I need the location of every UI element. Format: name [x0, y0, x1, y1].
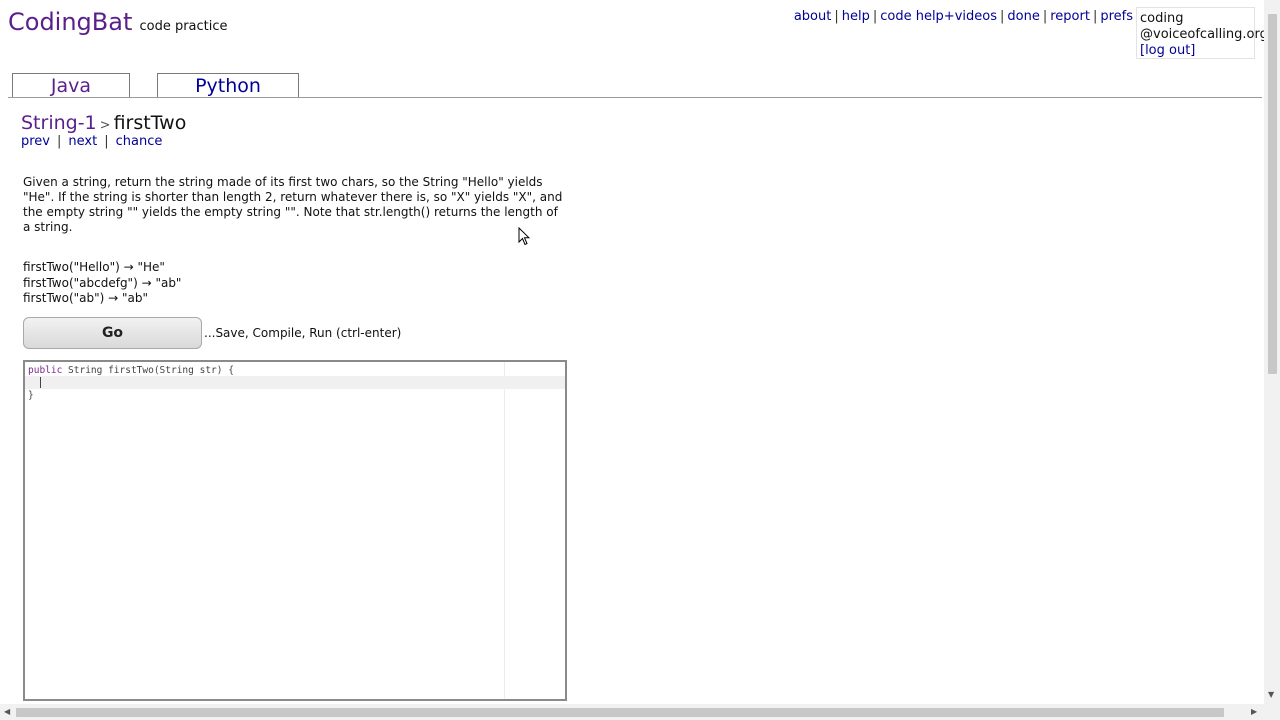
text-cursor [40, 377, 41, 388]
problem-nav: prev | next | chance [21, 134, 162, 149]
user-email-line2: @voiceofcalling.org [1140, 27, 1264, 42]
chance-link[interactable]: chance [116, 134, 163, 149]
editor-line[interactable]: } [28, 389, 34, 402]
nav-separator: | [999, 9, 1005, 24]
nav-report-link[interactable]: report [1050, 9, 1090, 24]
problem-nav-separator: | [104, 134, 109, 149]
nav-prefs-link[interactable]: prefs [1100, 9, 1133, 24]
nav-separator: | [872, 9, 878, 24]
nav-code-help-videos-link[interactable]: code help+videos [880, 9, 997, 24]
triangle-left-icon[interactable]: ◀ [4, 707, 10, 716]
examples-list: firstTwo("Hello") → "He" firstTwo("abcde… [23, 260, 181, 307]
example-item: firstTwo("abcdefg") → "ab" [23, 275, 182, 290]
example-item: firstTwo("Hello") → "He" [23, 260, 165, 274]
code-signature: String firstTwo(String str) { [62, 365, 234, 376]
problem-nav-separator: | [57, 134, 62, 149]
next-link[interactable]: next [68, 134, 97, 149]
run-hint: ...Save, Compile, Run (ctrl-enter) [204, 326, 402, 340]
nav-about-link[interactable]: about [794, 9, 832, 24]
logout-link[interactable]: [log out] [1140, 43, 1254, 59]
prev-link[interactable]: prev [21, 134, 50, 149]
nav-separator: | [834, 9, 839, 24]
arrow-pointer-icon [518, 227, 530, 246]
brand-logo-text[interactable]: CodingBat [8, 8, 132, 36]
code-keyword: public [28, 365, 63, 376]
breadcrumb-arrow: > [99, 118, 111, 133]
scrollbar-corner [1264, 704, 1280, 720]
triangle-right-icon[interactable]: ▶ [1251, 707, 1257, 716]
top-nav: about | help | code help+videos | done | report |… [794, 9, 1133, 24]
breadcrumb-section-link[interactable]: String-1 [21, 112, 97, 134]
brand[interactable]: CodingBat code practice [8, 8, 228, 36]
vertical-scroll-thumb[interactable] [1268, 14, 1277, 374]
code-editor[interactable]: public String firstTwo(String str) { } [23, 360, 567, 701]
vertical-scrollbar[interactable]: ▼ [1264, 0, 1280, 704]
nav-separator: | [1092, 9, 1098, 24]
nav-help-link[interactable]: help [842, 9, 870, 24]
problem-description: Given a string, return the string made o… [23, 175, 563, 234]
nav-separator: | [1042, 9, 1048, 24]
example-item: firstTwo("ab") → "ab" [23, 291, 149, 305]
user-email-line1: coding [1140, 11, 1184, 26]
tab-divider [8, 97, 1262, 98]
horizontal-scrollbar[interactable]: ◀ ▶ [0, 704, 1264, 720]
editor-print-margin [504, 362, 505, 699]
editor-active-line[interactable] [25, 376, 565, 389]
breadcrumb: String-1 > firstTwo [21, 112, 186, 134]
triangle-down-icon[interactable]: ▼ [1268, 690, 1274, 699]
horizontal-scroll-thumb[interactable] [16, 708, 1224, 717]
problem-title: firstTwo [113, 112, 187, 134]
nav-done-link[interactable]: done [1007, 9, 1039, 24]
user-box: coding @voiceofcalling.org [log out] [1136, 7, 1264, 59]
tab-python[interactable]: Python [157, 73, 299, 97]
go-button[interactable]: Go [23, 317, 202, 349]
brand-tagline: code practice [139, 19, 228, 34]
page: CodingBat code practice about | help | code … [0, 0, 1264, 704]
tab-java[interactable]: Java [12, 73, 130, 97]
